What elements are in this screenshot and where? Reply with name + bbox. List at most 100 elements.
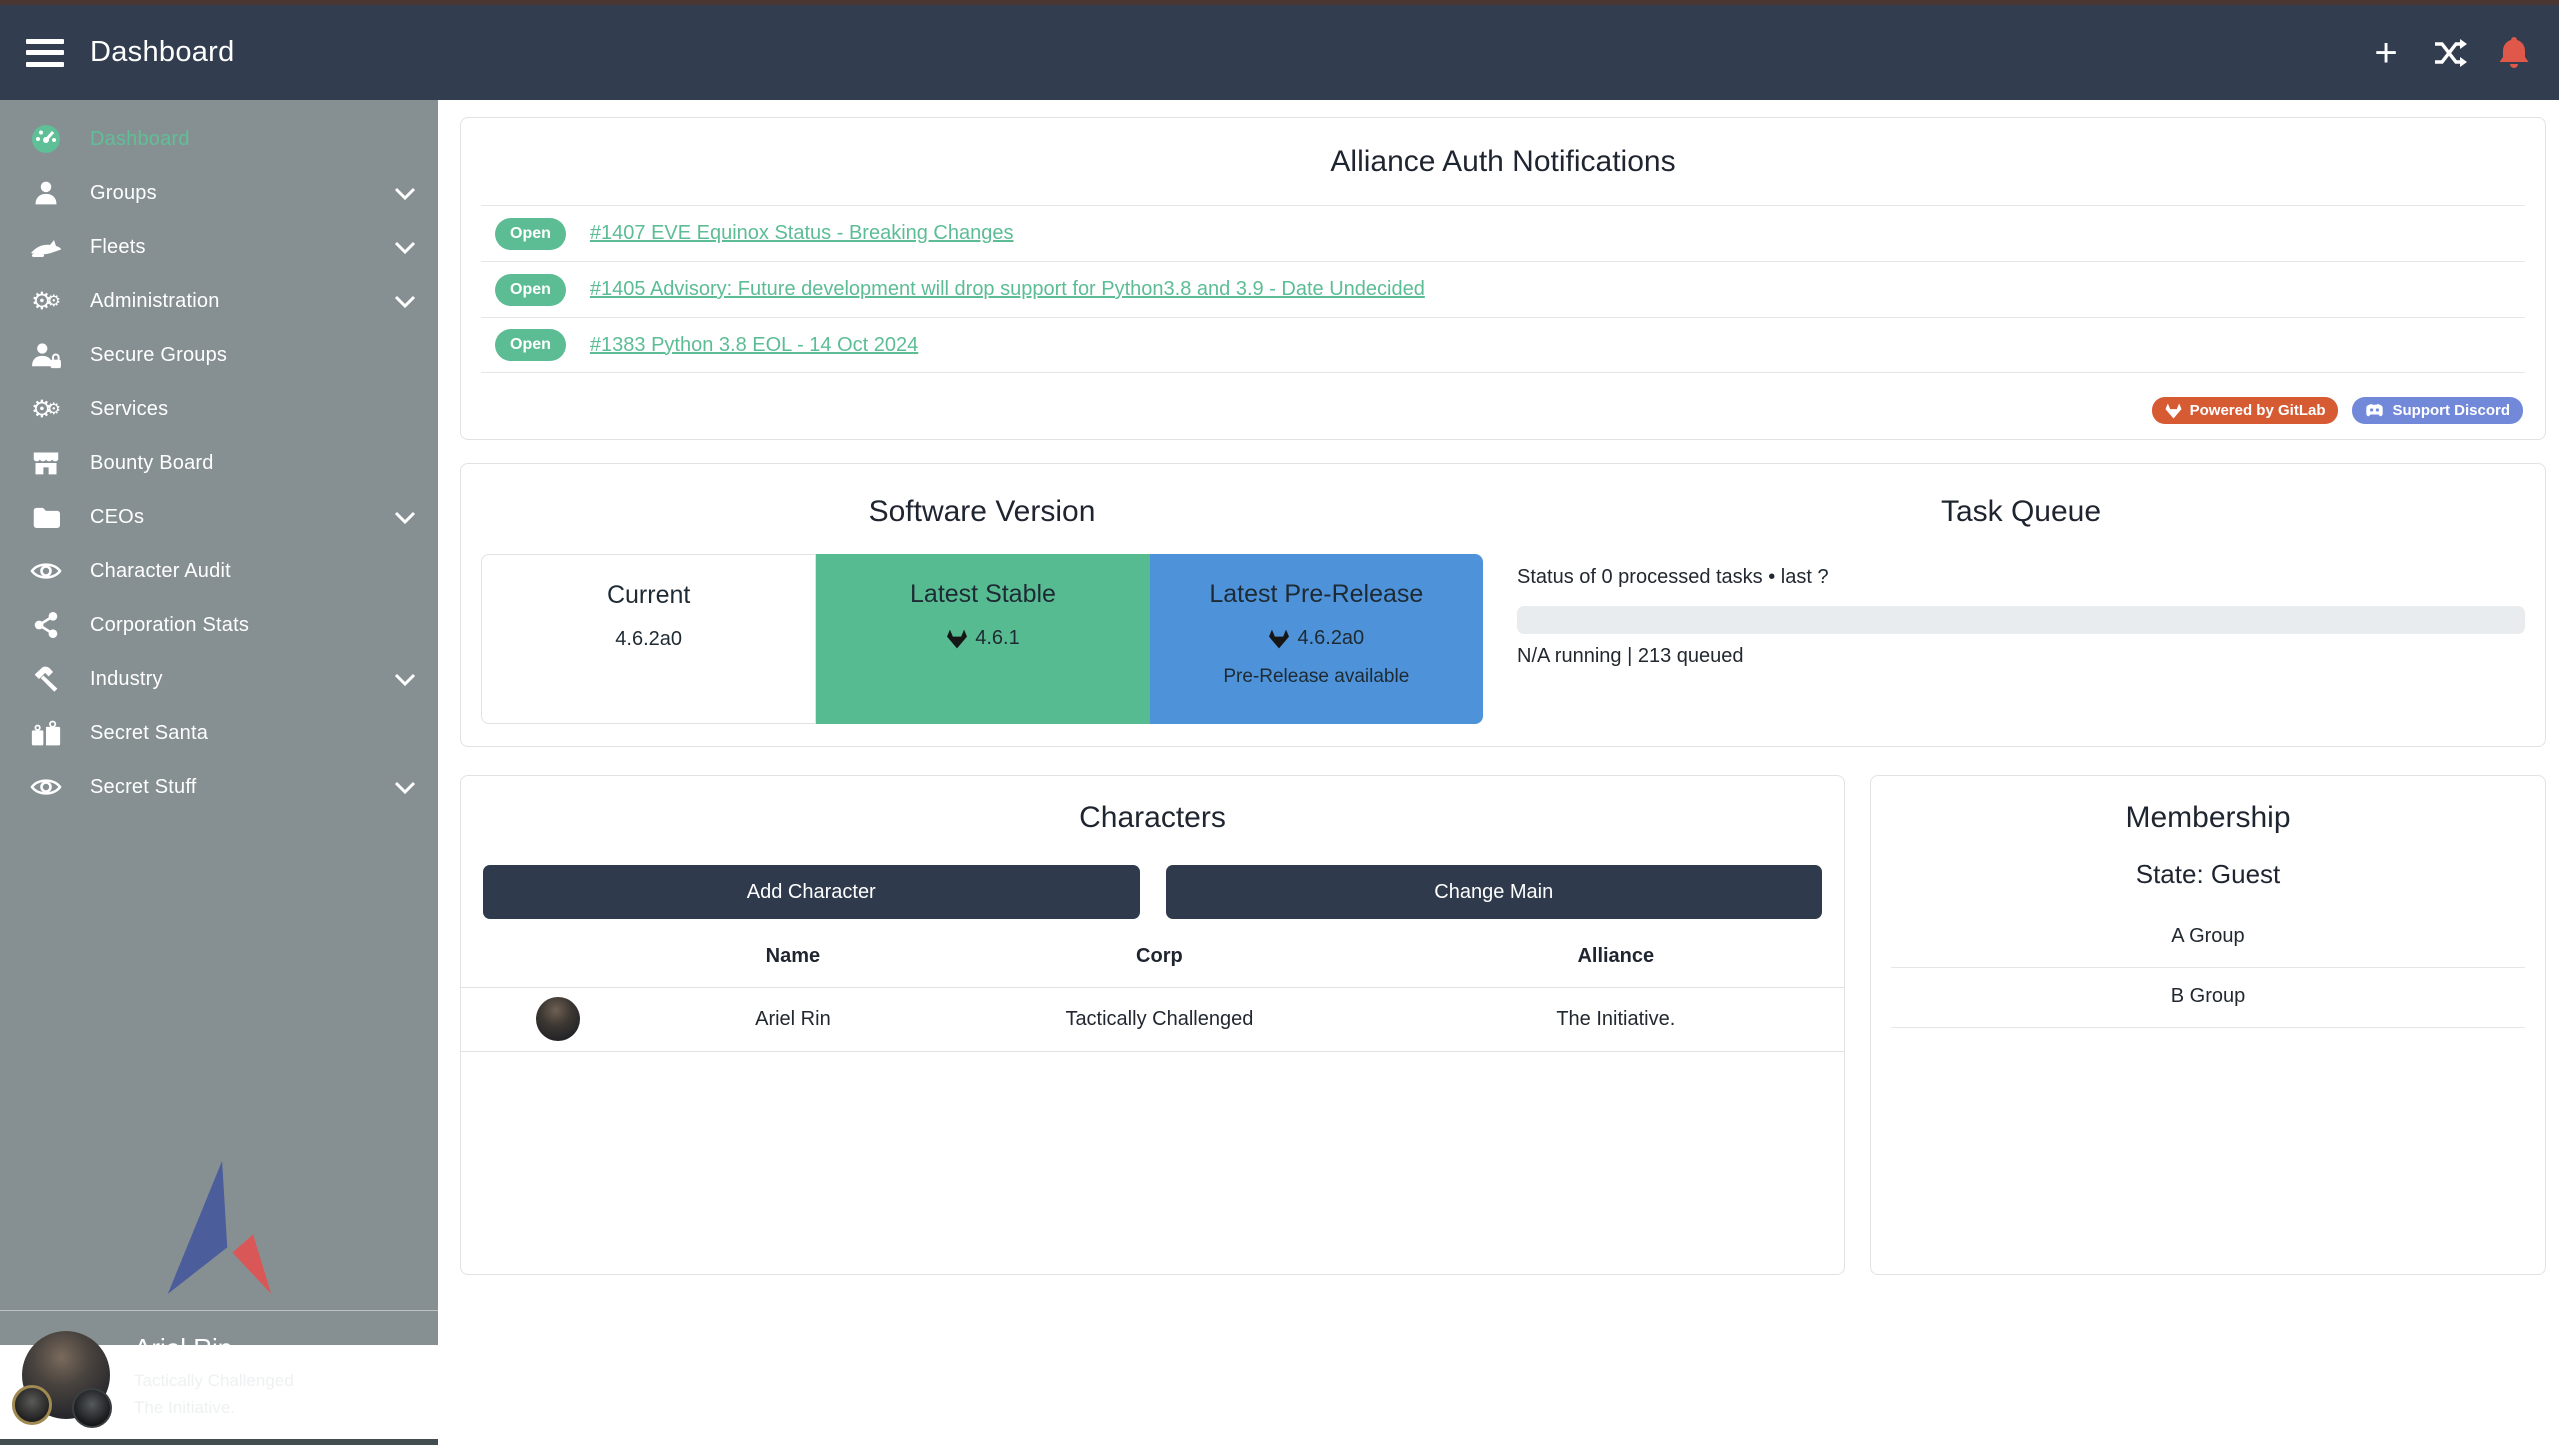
membership-panel: Membership State: Guest A Group B Group bbox=[1870, 775, 2546, 1275]
storefront-icon bbox=[26, 449, 66, 477]
sidebar-item-label: Dashboard bbox=[90, 128, 190, 151]
status-badge: Open bbox=[495, 274, 566, 306]
prerelease-note: Pre-Release available bbox=[1150, 666, 1483, 688]
characters-actions: Add Character Change Main bbox=[483, 865, 1822, 919]
user-settings-gear-icon[interactable]: ⚙ bbox=[383, 1356, 412, 1394]
version-current-heading: Current bbox=[482, 581, 815, 610]
sidebar-item-ceos[interactable]: CEOs bbox=[0, 490, 438, 544]
sidebar-item-bounty-board[interactable]: Bounty Board bbox=[0, 436, 438, 490]
version-latest-prerelease: Latest Pre-Release 4.6.2a0 Pre-Release a… bbox=[1150, 554, 1483, 724]
sidebar-item-label: Fleets bbox=[90, 236, 146, 259]
user-lock-icon bbox=[26, 341, 66, 369]
page-title: Dashboard bbox=[90, 36, 235, 69]
add-character-button[interactable]: Add Character bbox=[483, 865, 1140, 919]
notifications-list: Open #1407 EVE Equinox Status - Breaking… bbox=[481, 205, 2525, 373]
sidebar-item-character-audit[interactable]: Character Audit bbox=[0, 544, 438, 598]
notification-item: Open #1405 Advisory: Future development … bbox=[481, 261, 2525, 317]
add-icon[interactable]: + bbox=[2369, 36, 2403, 70]
hammer-icon bbox=[26, 665, 66, 693]
sidebar-item-label: Groups bbox=[90, 182, 157, 205]
sidebar-item-secure-groups[interactable]: Secure Groups bbox=[0, 328, 438, 382]
user-name: Ariel Rin bbox=[134, 1333, 294, 1364]
gitlab-tanuki-icon bbox=[1268, 629, 1290, 649]
sidebar-item-label: Industry bbox=[90, 668, 163, 691]
sidebar-item-label: Administration bbox=[90, 290, 220, 313]
notifications-bell-icon[interactable] bbox=[2497, 36, 2531, 70]
sidebar-item-corporation-stats[interactable]: Corporation Stats bbox=[0, 598, 438, 652]
user-corporation: Tactically Challenged bbox=[134, 1371, 294, 1391]
membership-groups-list: A Group B Group bbox=[1891, 908, 2525, 1028]
share-nodes-icon bbox=[26, 611, 66, 639]
sidebar-menu: Dashboard Groups bbox=[0, 100, 438, 814]
characters-title: Characters bbox=[461, 801, 1844, 835]
notifications-title: Alliance Auth Notifications bbox=[461, 145, 2545, 179]
software-version-section: Software Version Current 4.6.2a0 Latest … bbox=[461, 464, 1503, 746]
version-stable-value: 4.6.1 bbox=[816, 627, 1149, 650]
sidebar-item-label: Bounty Board bbox=[90, 452, 214, 475]
sidebar-item-fleets[interactable]: Fleets bbox=[0, 220, 438, 274]
folder-icon bbox=[26, 505, 66, 529]
version-comparison-box: Current 4.6.2a0 Latest Stable 4.6.1 Late… bbox=[481, 554, 1483, 724]
chevron-down-icon bbox=[394, 187, 416, 200]
character-portrait-thumb bbox=[536, 997, 580, 1041]
chevron-down-icon bbox=[394, 295, 416, 308]
notification-link[interactable]: #1407 EVE Equinox Status - Breaking Chan… bbox=[590, 222, 1014, 245]
notification-item: Open #1407 EVE Equinox Status - Breaking… bbox=[481, 205, 2525, 261]
sidebar-item-label: CEOs bbox=[90, 506, 144, 529]
status-badge: Open bbox=[495, 218, 566, 250]
membership-title: Membership bbox=[1871, 801, 2545, 835]
character-row[interactable]: Ariel Rin Tactically Challenged The Init… bbox=[461, 987, 1844, 1051]
character-corp-cell: Tactically Challenged bbox=[931, 987, 1387, 1051]
task-queue-summary-text: N/A running | 213 queued bbox=[1517, 645, 2525, 668]
discord-icon bbox=[2365, 403, 2384, 418]
version-current-value: 4.6.2a0 bbox=[482, 628, 815, 651]
chevron-down-icon bbox=[394, 673, 416, 686]
corp-logo-badge bbox=[12, 1385, 52, 1425]
notification-link[interactable]: #1383 Python 3.8 EOL - 14 Oct 2024 bbox=[590, 334, 918, 357]
sidebar-item-industry[interactable]: Industry bbox=[0, 652, 438, 706]
group-row: A Group bbox=[1891, 908, 2525, 968]
task-queue-section: Task Queue Status of 0 processed tasks •… bbox=[1503, 464, 2545, 746]
notification-link[interactable]: #1405 Advisory: Future development will … bbox=[590, 278, 1425, 301]
character-alliance-cell: The Initiative. bbox=[1388, 987, 1844, 1051]
dashboard-gauge-icon bbox=[26, 124, 66, 154]
characters-table: Name Corp Alliance Ariel Rin Tactically … bbox=[461, 927, 1844, 1052]
alliance-column-header: Alliance bbox=[1388, 927, 1844, 987]
character-portrait-cell bbox=[461, 987, 655, 1051]
sidebar-item-secret-santa[interactable]: Secret Santa bbox=[0, 706, 438, 760]
group-row: B Group bbox=[1891, 968, 2525, 1028]
sidebar-footer-strip bbox=[0, 1439, 438, 1445]
sidebar-item-administration[interactable]: ⚙⚙ Administration bbox=[0, 274, 438, 328]
version-stable-heading: Latest Stable bbox=[816, 580, 1149, 609]
version-current: Current 4.6.2a0 bbox=[481, 554, 816, 724]
sidebar-toggle-hamburger-icon[interactable] bbox=[26, 39, 64, 67]
gifts-icon bbox=[26, 719, 66, 747]
notifications-panel: Alliance Auth Notifications Open #1407 E… bbox=[460, 117, 2546, 440]
sidebar-user-panel[interactable]: Ariel Rin Tactically Challenged The Init… bbox=[0, 1310, 438, 1439]
chevron-down-icon bbox=[394, 241, 416, 254]
change-main-button[interactable]: Change Main bbox=[1166, 865, 1823, 919]
character-name-cell: Ariel Rin bbox=[655, 987, 932, 1051]
sidebar-item-secret-stuff[interactable]: Secret Stuff bbox=[0, 760, 438, 814]
membership-state: State: Guest bbox=[1871, 859, 2545, 890]
eye-icon bbox=[26, 775, 66, 799]
software-version-title: Software Version bbox=[461, 495, 1503, 529]
support-discord-badge[interactable]: Support Discord bbox=[2352, 397, 2523, 424]
user-identity: Ariel Rin Tactically Challenged The Init… bbox=[134, 1333, 294, 1418]
user-avatar bbox=[22, 1327, 114, 1423]
task-queue-title: Task Queue bbox=[1517, 495, 2525, 529]
chevron-down-icon bbox=[394, 781, 416, 794]
notification-item: Open #1383 Python 3.8 EOL - 14 Oct 2024 bbox=[481, 317, 2525, 373]
status-badge: Open bbox=[495, 329, 566, 361]
eye-icon bbox=[26, 559, 66, 583]
characters-panel: Characters Add Character Change Main Nam… bbox=[460, 775, 1845, 1275]
shuffle-icon[interactable] bbox=[2433, 36, 2467, 70]
alliance-logo-badge bbox=[72, 1388, 112, 1428]
status-panel: Software Version Current 4.6.2a0 Latest … bbox=[460, 463, 2546, 747]
sidebar-item-services[interactable]: ⚙⚙ Services bbox=[0, 382, 438, 436]
sidebar-item-groups[interactable]: Groups bbox=[0, 166, 438, 220]
powered-by-gitlab-badge[interactable]: Powered by GitLab bbox=[2152, 397, 2339, 424]
sidebar-item-dashboard[interactable]: Dashboard bbox=[0, 112, 438, 166]
sidebar: Dashboard Groups bbox=[0, 100, 438, 1345]
gears-icon: ⚙⚙ bbox=[26, 289, 66, 313]
